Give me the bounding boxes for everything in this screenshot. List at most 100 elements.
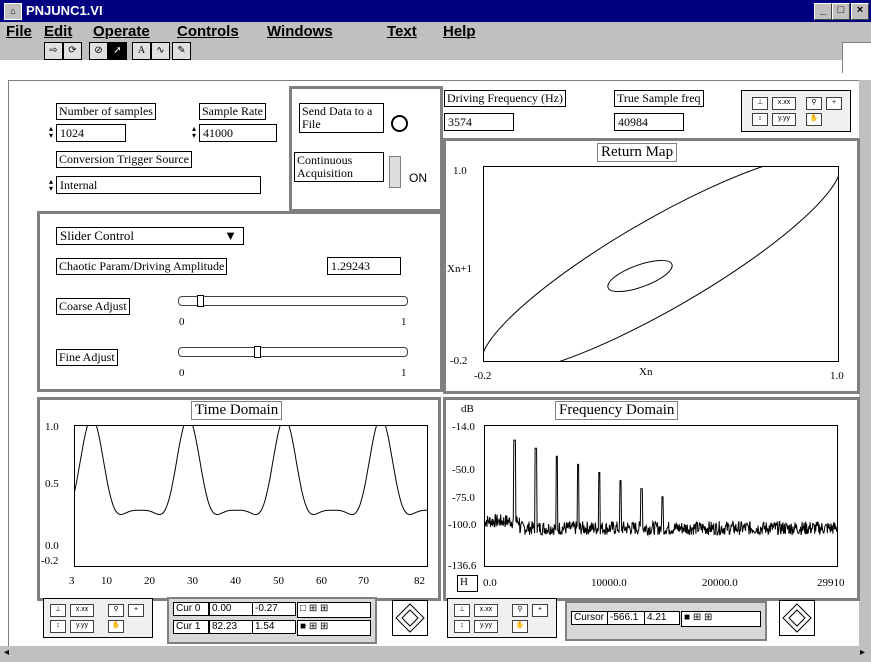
td-zoom-icon[interactable]: ⚲: [108, 604, 124, 617]
menu-help[interactable]: Help: [443, 23, 476, 40]
autoscale-y-icon[interactable]: ↕: [752, 113, 768, 126]
time-graph-palette: ⊥ x.xx ⚲ + ↕ y.yy ✋: [43, 598, 153, 638]
continuous-toggle[interactable]: [389, 156, 401, 188]
fine-adjust-label: Fine Adjust: [56, 349, 118, 366]
time-domain-plot[interactable]: [74, 425, 428, 567]
fd-pan-hand-icon[interactable]: ✋: [512, 620, 528, 633]
y-format-button[interactable]: y.yy: [772, 113, 796, 126]
fd-zoom-icon[interactable]: ⚲: [512, 604, 528, 617]
cursor-0-x[interactable]: 0.00: [209, 602, 253, 616]
coarse-adjust-label: Coarse Adjust: [56, 298, 130, 315]
menu-operate[interactable]: Operate: [93, 23, 150, 40]
fine-max-label: 1: [401, 367, 407, 379]
return-map-title: Return Map: [597, 143, 678, 162]
td-x-format-button[interactable]: x.xx: [70, 604, 94, 617]
cursor-1-name[interactable]: Cur 1: [173, 620, 209, 634]
cursor-0-name[interactable]: Cur 0: [173, 602, 209, 616]
td-autoscale-y-icon[interactable]: ↕: [50, 620, 66, 633]
driving-freq-field: 3574: [444, 113, 514, 131]
abort-icon[interactable]: ⊘: [89, 42, 108, 60]
scroll-left-icon[interactable]: ◂: [4, 647, 9, 658]
freq-cursor-mover-icon[interactable]: [779, 600, 815, 636]
freq-graph-palette: ⊥ x.xx ⚲ + ↕ y.yy ✋: [447, 598, 557, 638]
fd-ytick-1: -50.0: [452, 464, 475, 476]
pan-hand-icon[interactable]: ✋: [806, 113, 822, 126]
fd-autoscale-x-icon[interactable]: ⊥: [454, 604, 470, 617]
zoom-icon[interactable]: ⚲: [806, 97, 822, 110]
send-data-label: Send Data to a File: [299, 103, 384, 133]
scroll-right-icon[interactable]: ▸: [860, 647, 865, 658]
autoscale-x-icon[interactable]: ⊥: [752, 97, 768, 110]
x-format-button[interactable]: x.xx: [772, 97, 796, 110]
td-xtick-3: 30: [187, 575, 198, 587]
horizontal-scrollbar[interactable]: ◂ ▸: [0, 646, 871, 662]
fine-adjust-thumb[interactable]: [254, 346, 262, 358]
cursor-1-y[interactable]: 1.54: [252, 620, 296, 634]
fd-autoscale-y-icon[interactable]: ↕: [454, 620, 470, 633]
num-samples-field[interactable]: 1024: [56, 124, 126, 142]
arrow-tool-icon[interactable]: ➚: [108, 42, 127, 60]
return-map-plot[interactable]: [483, 166, 839, 362]
fd-x-format-button[interactable]: x.xx: [474, 604, 498, 617]
freq-cursor-x[interactable]: -566.1: [607, 611, 647, 625]
fd-xtick-3: 29910: [817, 577, 845, 589]
text-tool-icon[interactable]: A: [132, 42, 151, 60]
vertical-scrollbar[interactable]: [859, 80, 871, 646]
freq-cursor-y[interactable]: 4.21: [644, 611, 680, 625]
td-pan-hand-icon[interactable]: ✋: [108, 620, 124, 633]
fine-min-label: 0: [179, 367, 185, 379]
sample-rate-spin-icon[interactable]: ▴ ▾: [192, 125, 197, 140]
td-xtick-7: 70: [358, 575, 369, 587]
send-data-led[interactable]: [391, 115, 408, 132]
vi-icon-pane: [842, 42, 871, 73]
color-tool-icon[interactable]: ✎: [172, 42, 191, 60]
sample-rate-field[interactable]: 41000: [199, 124, 277, 142]
freq-cursor-style-icons[interactable]: ■ ⊞ ⊞: [681, 611, 761, 627]
fd-ytick-2: -75.0: [452, 492, 475, 504]
run-icon[interactable]: ⇨: [44, 42, 63, 60]
freq-cursor-name[interactable]: Cursor: [571, 611, 609, 625]
sample-rate-label: Sample Rate: [199, 103, 266, 120]
cursor-0-style-icons[interactable]: □ ⊞ ⊞: [297, 602, 371, 618]
time-cursor-mover-icon[interactable]: [392, 600, 428, 636]
trigger-spin-icon[interactable]: ▴ ▾: [49, 178, 54, 193]
fd-h-button[interactable]: H: [457, 575, 478, 592]
cursor-1-x[interactable]: 82.23: [209, 620, 253, 634]
td-xtick-8: 82: [414, 575, 425, 587]
slider-mode-select[interactable]: Slider Control ▼: [56, 227, 244, 245]
run-continuously-icon[interactable]: ⟳: [63, 42, 82, 60]
menu-controls[interactable]: Controls: [177, 23, 239, 40]
td-plot-border: [74, 425, 428, 567]
param-value-field[interactable]: 1.29243: [327, 257, 401, 275]
num-samples-spin-icon[interactable]: ▴ ▾: [49, 125, 54, 140]
td-crosshair-icon[interactable]: +: [128, 604, 144, 617]
coarse-adjust-thumb[interactable]: [197, 295, 205, 307]
cursor-0-y[interactable]: -0.27: [252, 602, 296, 616]
freq-domain-plot[interactable]: [484, 425, 838, 567]
rm-xlabel: Xn: [639, 366, 653, 378]
td-y-format-button[interactable]: y.yy: [70, 620, 94, 633]
fd-y-format-button[interactable]: y.yy: [474, 620, 498, 633]
labview-vi-icon[interactable]: ⌂: [4, 3, 22, 20]
fd-crosshair-icon[interactable]: +: [532, 604, 548, 617]
menu-file[interactable]: File: [6, 23, 32, 40]
td-autoscale-x-icon[interactable]: ⊥: [50, 604, 66, 617]
param-label: Chaotic Param/Driving Amplitude: [56, 258, 228, 275]
maximize-button[interactable]: □: [832, 3, 850, 20]
trigger-source-field[interactable]: Internal: [56, 176, 261, 194]
fine-adjust-slider[interactable]: [178, 346, 408, 358]
crosshair-icon[interactable]: +: [826, 97, 842, 110]
coarse-adjust-slider[interactable]: [178, 295, 408, 307]
menu-edit[interactable]: Edit: [44, 23, 72, 40]
td-xtick-1: 10: [101, 575, 112, 587]
menu-text[interactable]: Text: [387, 23, 417, 40]
cursor-1-style-icons[interactable]: ■ ⊞ ⊞: [297, 620, 371, 636]
rm-ymax-label: 1.0: [453, 165, 467, 177]
close-button[interactable]: ×: [851, 3, 869, 20]
wire-tool-icon[interactable]: ∿: [151, 42, 170, 60]
td-xtick-5: 50: [273, 575, 284, 587]
minimize-button[interactable]: _: [814, 3, 832, 20]
menu-windows[interactable]: Windows: [267, 23, 333, 40]
coarse-max-label: 1: [401, 316, 407, 328]
fd-xtick-0: 0.0: [483, 577, 497, 589]
